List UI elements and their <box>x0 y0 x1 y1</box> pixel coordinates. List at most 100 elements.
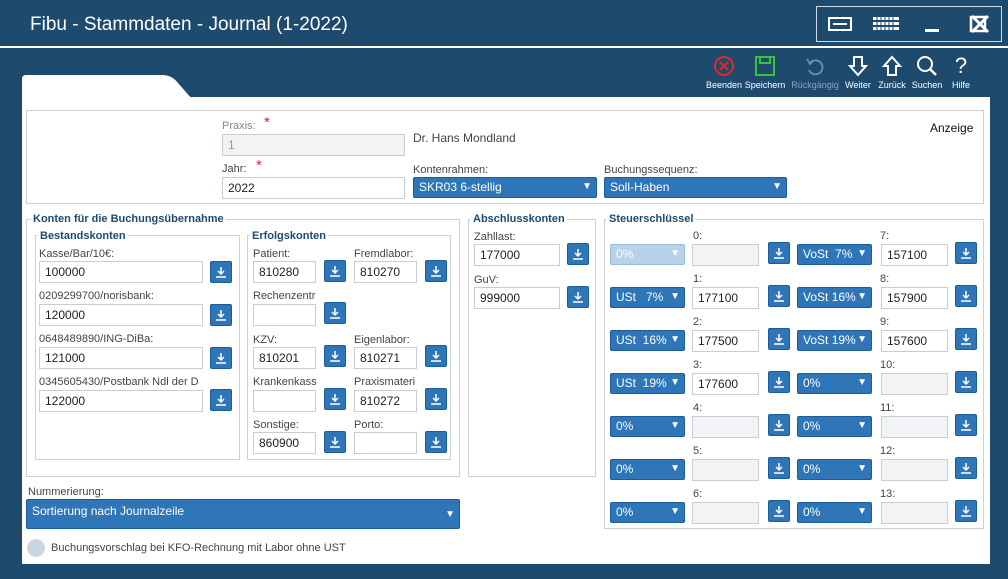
keyboard-icon[interactable] <box>817 7 863 41</box>
abschluss-input[interactable]: 177000 <box>474 244 560 266</box>
title-bar: Fibu - Stammdaten - Journal (1-2022) <box>0 0 1008 46</box>
download-icon <box>330 308 340 319</box>
steuer-select[interactable]: VoSt 19% ▼ <box>797 330 872 351</box>
steuer-input[interactable]: 177600 <box>692 373 759 395</box>
download-button[interactable] <box>768 457 790 479</box>
steuer-input[interactable] <box>881 373 948 395</box>
download-button[interactable] <box>768 371 790 393</box>
download-button[interactable] <box>425 431 447 453</box>
erfolg-input[interactable]: 810270 <box>354 261 417 283</box>
nummerierung-select[interactable]: Sortierung nach Journalzeile ▼ <box>26 499 460 529</box>
erfolg-input[interactable] <box>253 390 316 412</box>
download-icon <box>330 437 340 448</box>
kfo-option-radio[interactable] <box>27 539 45 557</box>
close-icon[interactable] <box>968 12 998 38</box>
download-button[interactable] <box>324 431 346 453</box>
bestand-input[interactable]: 120000 <box>39 304 203 326</box>
rueckgaengig-button[interactable]: Rückgängig <box>791 52 839 90</box>
erfolg-input[interactable]: 810201 <box>253 347 316 369</box>
download-button[interactable] <box>955 371 977 393</box>
hilfe-button[interactable]: ? Hilfe <box>937 52 985 90</box>
kontenrahmen-select[interactable]: SKR03 6-stellig ▼ <box>413 177 597 198</box>
bestand-input[interactable]: 100000 <box>39 261 203 283</box>
steuer-input[interactable] <box>692 459 759 481</box>
steuer-input[interactable]: 157900 <box>881 287 948 309</box>
download-button[interactable] <box>955 285 977 307</box>
erfolg-input[interactable]: 860900 <box>253 432 316 454</box>
speichern-button[interactable]: Speichern <box>741 52 789 90</box>
title-divider <box>0 46 1008 48</box>
download-button[interactable] <box>324 345 346 367</box>
download-button[interactable] <box>567 243 589 265</box>
steuer-input[interactable] <box>692 244 759 266</box>
download-button[interactable] <box>425 260 447 282</box>
download-button[interactable] <box>768 242 790 264</box>
download-button[interactable] <box>955 414 977 436</box>
steuer-input[interactable]: 177100 <box>692 287 759 309</box>
download-button[interactable] <box>768 500 790 522</box>
steuer-select[interactable]: 0% ▼ <box>797 373 872 394</box>
steuer-input[interactable] <box>692 416 759 438</box>
praxis-label: Praxis: <box>222 120 256 132</box>
praxis-name: Dr. Hans Mondland <box>413 131 516 145</box>
download-icon <box>216 353 226 364</box>
download-button[interactable] <box>324 388 346 410</box>
download-button[interactable] <box>955 457 977 479</box>
steuer-number: 2: <box>693 316 703 328</box>
steuer-select[interactable]: 0% ▼ <box>610 416 685 437</box>
download-button[interactable] <box>210 261 232 283</box>
erfolg-input[interactable]: 810271 <box>354 347 417 369</box>
search-icon <box>917 56 937 76</box>
steuer-number: 7: <box>880 230 890 242</box>
minimize-icon[interactable] <box>909 7 955 41</box>
steuer-input[interactable] <box>881 502 948 524</box>
download-button[interactable] <box>955 328 977 350</box>
jahr-input[interactable]: 2022 <box>222 177 405 199</box>
download-button[interactable] <box>768 328 790 350</box>
steuer-select[interactable]: USt 19% ▼ <box>610 373 685 394</box>
download-button[interactable] <box>425 345 447 367</box>
chevron-down-icon: ▼ <box>445 509 455 520</box>
steuer-input[interactable]: 157100 <box>881 244 948 266</box>
steuer-input[interactable]: 177500 <box>692 330 759 352</box>
steuer-select[interactable]: 0% ▼ <box>797 502 872 523</box>
download-button[interactable] <box>567 286 589 308</box>
bestand-input[interactable]: 122000 <box>39 390 203 412</box>
numpad-icon[interactable] <box>863 7 909 41</box>
abschluss-input[interactable]: 999000 <box>474 287 560 309</box>
bestand-input[interactable]: 121000 <box>39 347 203 369</box>
praxis-input[interactable]: 1 <box>222 134 405 156</box>
steuer-select[interactable]: VoSt 7% ▼ <box>797 244 872 265</box>
steuer-input[interactable] <box>881 416 948 438</box>
download-button[interactable] <box>955 242 977 264</box>
bottom-bar <box>0 565 1008 579</box>
download-button[interactable] <box>210 304 232 326</box>
buchungssequenz-label: Buchungssequenz: <box>604 164 698 176</box>
erfolg-input[interactable] <box>253 304 316 326</box>
steuer-select[interactable]: VoSt 16% ▼ <box>797 287 872 308</box>
download-button[interactable] <box>324 260 346 282</box>
erfolg-input[interactable]: 810280 <box>253 261 316 283</box>
download-button[interactable] <box>768 414 790 436</box>
download-button[interactable] <box>425 388 447 410</box>
download-button[interactable] <box>210 347 232 369</box>
steuer-select[interactable]: USt 7% ▼ <box>610 287 685 308</box>
steuer-input[interactable]: 157600 <box>881 330 948 352</box>
chevron-down-icon: ▼ <box>582 181 592 192</box>
erfolg-input[interactable]: 810272 <box>354 390 417 412</box>
steuer-select[interactable]: 0% ▼ <box>797 416 872 437</box>
steuer-select[interactable]: 0% ▼ <box>610 244 685 265</box>
save-icon <box>755 56 775 76</box>
download-button[interactable] <box>768 285 790 307</box>
steuer-input[interactable] <box>881 459 948 481</box>
steuer-select[interactable]: USt 16% ▼ <box>610 330 685 351</box>
buchungssequenz-select[interactable]: Soll-Haben ▼ <box>604 177 787 198</box>
erfolg-input[interactable] <box>354 432 417 454</box>
steuer-input[interactable] <box>692 502 759 524</box>
download-button[interactable] <box>210 389 232 411</box>
download-button[interactable] <box>955 500 977 522</box>
steuer-select[interactable]: 0% ▼ <box>610 502 685 523</box>
steuer-select[interactable]: 0% ▼ <box>797 459 872 480</box>
download-button[interactable] <box>324 302 346 324</box>
steuer-select[interactable]: 0% ▼ <box>610 459 685 480</box>
